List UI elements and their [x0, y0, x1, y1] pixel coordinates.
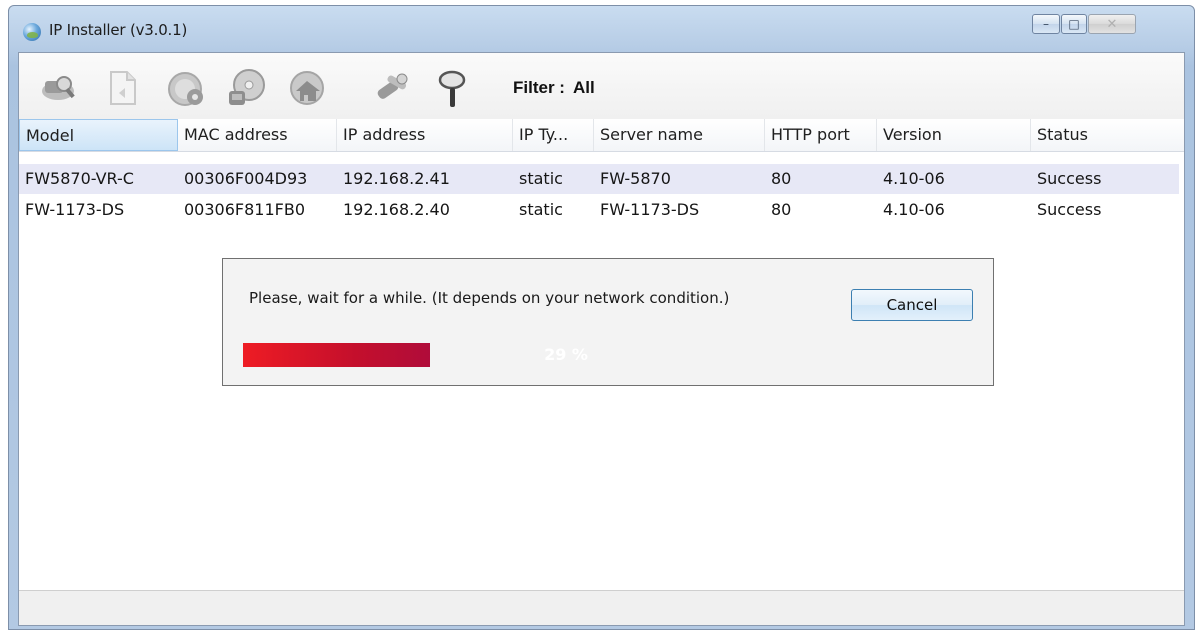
cell-mac: 00306F004D93 — [184, 169, 308, 188]
filter-button[interactable] — [431, 67, 473, 109]
toolbar: Filter : All — [19, 53, 1184, 120]
progress-bar: 29 % — [243, 343, 889, 367]
column-header-http-port[interactable]: HTTP port — [765, 119, 877, 151]
home-network-icon — [290, 71, 324, 105]
column-header-server-name[interactable]: Server name — [594, 119, 765, 151]
maximize-button[interactable]: □ — [1061, 14, 1087, 34]
cell-model: FW-1173-DS — [25, 200, 125, 219]
cell-model: FW5870-VR-C — [25, 169, 134, 188]
minimize-button[interactable]: – — [1032, 14, 1060, 34]
globe-icon — [23, 23, 41, 41]
settings-button[interactable] — [165, 67, 207, 109]
cell-server-name: FW-5870 — [600, 169, 671, 188]
table-row[interactable]: FW-1173-DS 00306F811FB0 192.168.2.40 sta… — [19, 195, 1179, 225]
progress-dialog: Please, wait for a while. (It depends on… — [222, 258, 994, 386]
cancel-button[interactable]: Cancel — [851, 289, 973, 321]
column-header-mac[interactable]: MAC address — [178, 119, 337, 151]
window-title: IP Installer (v3.0.1) — [49, 21, 188, 39]
title-bar[interactable]: IP Installer (v3.0.1) – □ ✕ — [9, 6, 1194, 52]
filter-indicator: Filter : All — [513, 78, 595, 98]
cell-status: Success — [1037, 169, 1102, 188]
tools-button[interactable] — [371, 67, 413, 109]
cell-mac: 00306F811FB0 — [184, 200, 305, 219]
search-network-icon — [42, 76, 75, 100]
status-bar — [19, 590, 1184, 625]
cell-ip-type: static — [519, 169, 563, 188]
column-header-model[interactable]: Model — [19, 119, 178, 151]
table-header: Model MAC address IP address IP Ty... Se… — [19, 119, 1184, 152]
close-icon: ✕ — [1106, 16, 1118, 32]
cell-ip: 192.168.2.40 — [343, 200, 450, 219]
minimize-icon: – — [1043, 17, 1049, 31]
cell-version: 4.10-06 — [883, 169, 945, 188]
column-header-ip-type[interactable]: IP Ty... — [513, 119, 594, 151]
filter-label: Filter : — [513, 78, 565, 97]
cell-status: Success — [1037, 200, 1102, 219]
close-button[interactable]: ✕ — [1088, 14, 1136, 34]
cell-version: 4.10-06 — [883, 200, 945, 219]
home-button[interactable] — [287, 67, 329, 109]
filter-value: All — [572, 78, 595, 97]
column-header-status[interactable]: Status — [1031, 119, 1186, 151]
cell-http-port: 80 — [771, 169, 792, 188]
cell-ip: 192.168.2.41 — [343, 169, 450, 188]
disc-upgrade-icon — [229, 69, 265, 105]
tools-icon — [377, 73, 408, 99]
cell-http-port: 80 — [771, 200, 792, 219]
document-button[interactable] — [101, 67, 143, 109]
column-header-ip[interactable]: IP address — [337, 119, 513, 151]
network-settings-icon — [168, 72, 203, 106]
table-row[interactable]: FW5870-VR-C 00306F004D93 192.168.2.41 st… — [19, 164, 1179, 194]
search-devices-button[interactable] — [37, 67, 79, 109]
magnifier-icon — [438, 70, 466, 107]
cell-server-name: FW-1173-DS — [600, 200, 700, 219]
cell-ip-type: static — [519, 200, 563, 219]
wait-message: Please, wait for a while. (It depends on… — [249, 289, 730, 307]
document-icon — [110, 71, 136, 105]
progress-percent: 29 % — [544, 345, 588, 364]
column-header-version[interactable]: Version — [877, 119, 1031, 151]
maximize-icon: □ — [1068, 17, 1080, 31]
upgrade-button[interactable] — [225, 67, 267, 109]
